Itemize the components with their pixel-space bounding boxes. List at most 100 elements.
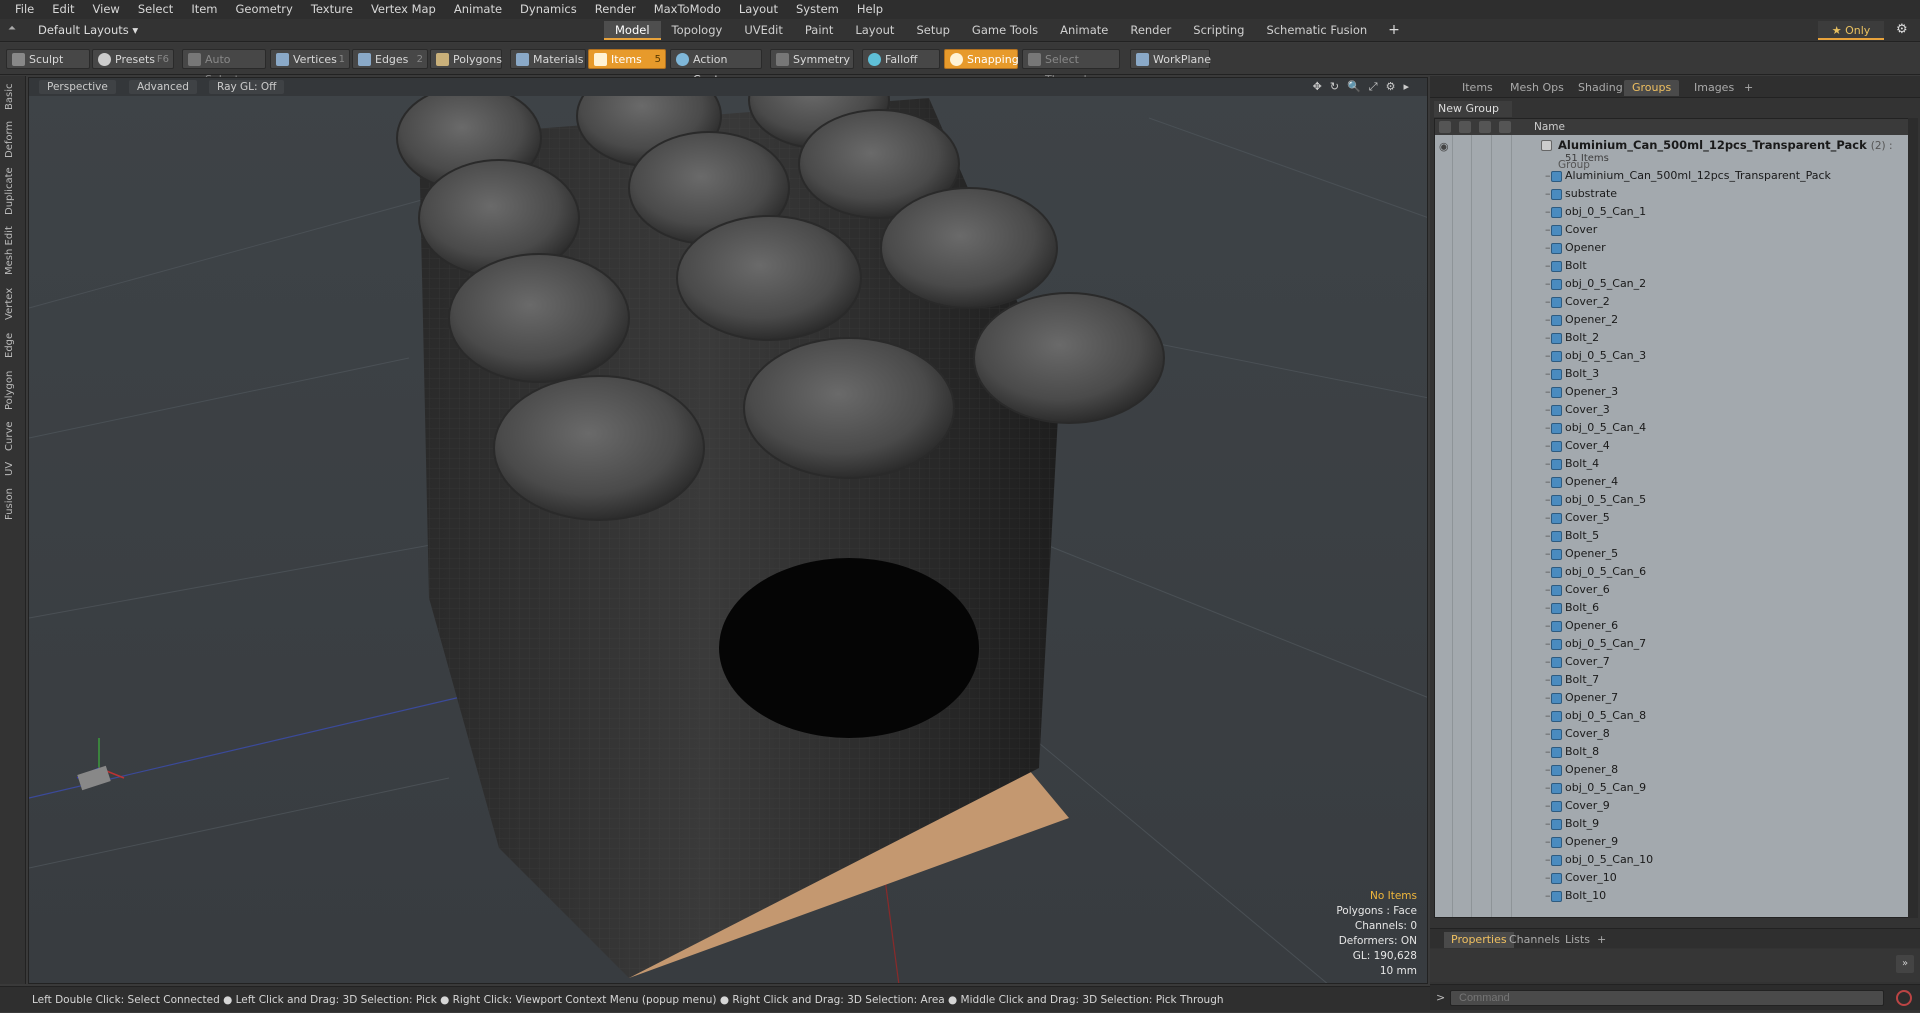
zoom-icon[interactable]: 🔍 [1347, 80, 1361, 94]
tree-item-row[interactable]: – Opener [1435, 239, 1909, 257]
scene-canvas[interactable] [29, 78, 1428, 984]
tree-item-row[interactable]: – Bolt [1435, 257, 1909, 275]
tab-animate[interactable]: Animate [1049, 21, 1119, 40]
tab-model[interactable]: Model [604, 21, 661, 40]
auto-select-button[interactable]: Auto Select [182, 49, 266, 86]
group-row[interactable]: ◉ Aluminium_Can_500ml_12pcs_Transparent_… [1435, 136, 1909, 171]
select-col-icon[interactable] [1499, 121, 1511, 133]
menu-texture[interactable]: Texture [302, 0, 362, 19]
menu-edit[interactable]: Edit [43, 0, 83, 19]
tree-item-row[interactable]: – Cover_3 [1435, 401, 1909, 419]
menu-vertex-map[interactable]: Vertex Map [362, 0, 445, 19]
tree-item-row[interactable]: – Cover_9 [1435, 797, 1909, 815]
tree-item-row[interactable]: – Cover_7 [1435, 653, 1909, 671]
3d-viewport[interactable]: Perspective Advanced Ray GL: Off ✥ ↻ 🔍 ⤢… [28, 77, 1428, 984]
tree-item-row[interactable]: – obj_0_5_Can_10 [1435, 851, 1909, 869]
left-tab-mesh-edit[interactable]: Mesh Edit [4, 224, 22, 278]
eye-icon[interactable]: ◉ [1439, 138, 1449, 156]
left-tab-basic[interactable]: Basic [4, 82, 22, 112]
menu-geometry[interactable]: Geometry [227, 0, 302, 19]
tree-item-row[interactable]: – Opener_2 [1435, 311, 1909, 329]
symmetry-button[interactable]: Symmetry [770, 49, 854, 69]
tab-game-tools[interactable]: Game Tools [961, 21, 1049, 40]
tab-shading[interactable]: Shading [1570, 80, 1631, 96]
tree-item-row[interactable]: – Bolt_5 [1435, 527, 1909, 545]
tree-item-row[interactable]: – substrate [1435, 185, 1909, 203]
new-group-button[interactable]: New Group [1434, 101, 1512, 117]
tab-setup[interactable]: Setup [905, 21, 960, 40]
tree-item-row[interactable]: – obj_0_5_Can_6 [1435, 563, 1909, 581]
menu-dynamics[interactable]: Dynamics [511, 0, 586, 19]
tab-scripting[interactable]: Scripting [1182, 21, 1255, 40]
snapping-button[interactable]: Snapping [944, 49, 1019, 69]
tree-item-row[interactable]: – obj_0_5_Can_8 [1435, 707, 1909, 725]
tab-paint[interactable]: Paint [794, 21, 844, 40]
tree-item-row[interactable]: – obj_0_5_Can_9 [1435, 779, 1909, 797]
items-button[interactable]: Items 5 [588, 49, 666, 69]
tree-item-row[interactable]: – obj_0_5_Can_1 [1435, 203, 1909, 221]
tree-item-row[interactable]: – Bolt_9 [1435, 815, 1909, 833]
tree-item-row[interactable]: – Opener_8 [1435, 761, 1909, 779]
tree-item-row[interactable]: – Opener_7 [1435, 689, 1909, 707]
tab-render[interactable]: Render [1119, 21, 1182, 40]
only-toggle[interactable]: ★ Only [1818, 21, 1884, 40]
tree-item-row[interactable]: – obj_0_5_Can_2 [1435, 275, 1909, 293]
tree-item-row[interactable]: – Cover_8 [1435, 725, 1909, 743]
tree-item-row[interactable]: – obj_0_5_Can_5 [1435, 491, 1909, 509]
visibility-col-icon[interactable] [1439, 121, 1451, 133]
menu-select[interactable]: Select [129, 0, 182, 19]
tree-item-row[interactable]: – Bolt_2 [1435, 329, 1909, 347]
menu-help[interactable]: Help [848, 0, 892, 19]
gear-icon[interactable]: ⚙ [1896, 22, 1908, 37]
left-tab-edge[interactable]: Edge [4, 330, 22, 360]
tree-item-row[interactable]: – Cover_6 [1435, 581, 1909, 599]
tree-item-row[interactable]: – Cover_10 [1435, 869, 1909, 887]
view-mode-dropdown[interactable]: Perspective [39, 80, 116, 94]
tree-item-row[interactable]: – obj_0_5_Can_3 [1435, 347, 1909, 365]
fit-icon[interactable]: ⤢ [1369, 80, 1378, 94]
viewport-settings-icon[interactable]: ⚙ [1386, 80, 1396, 94]
name-column-header[interactable]: Name [1534, 121, 1565, 133]
raygl-toggle[interactable]: Ray GL: Off [209, 80, 285, 94]
menu-file[interactable]: File [6, 0, 43, 19]
shading-dropdown[interactable]: Advanced [129, 80, 197, 94]
tree-item-row[interactable]: – Cover_5 [1435, 509, 1909, 527]
add-tab-button[interactable]: + [1378, 21, 1410, 40]
menu-maxtomodo[interactable]: MaxToModo [645, 0, 730, 19]
left-tab-vertex[interactable]: Vertex [4, 286, 22, 322]
tab-topology[interactable]: Topology [661, 21, 734, 40]
left-tab-curve[interactable]: Curve [4, 420, 22, 452]
left-tab-fusion[interactable]: Fusion [4, 486, 22, 522]
rotate-icon[interactable]: ↻ [1330, 80, 1339, 94]
edges-button[interactable]: Edges 2 [352, 49, 428, 69]
tab-mesh-ops[interactable]: Mesh Ops [1502, 80, 1572, 96]
pin-icon[interactable]: ⏶ [8, 23, 20, 37]
presets-button[interactable]: Presets F6 [92, 49, 174, 69]
menu-layout[interactable]: Layout [730, 0, 787, 19]
render-col-icon[interactable] [1459, 121, 1471, 133]
command-input[interactable] [1450, 990, 1884, 1006]
menu-animate[interactable]: Animate [445, 0, 511, 19]
default-layouts-dropdown[interactable]: Default Layouts ▾ [38, 23, 138, 37]
tree-item-row[interactable]: – Bolt_7 [1435, 671, 1909, 689]
materials-button[interactable]: Materials [510, 49, 586, 69]
left-tab-uv[interactable]: UV [4, 460, 22, 478]
tree-item-row[interactable]: – Bolt_10 [1435, 887, 1909, 905]
menu-render[interactable]: Render [586, 0, 645, 19]
tree-item-row[interactable]: – Opener_3 [1435, 383, 1909, 401]
menu-item[interactable]: Item [182, 0, 226, 19]
tree-item-row[interactable]: – Opener_4 [1435, 473, 1909, 491]
tree-item-row[interactable]: – Bolt_4 [1435, 455, 1909, 473]
tree-scrollbar[interactable] [1908, 118, 1918, 918]
polygons-button[interactable]: Polygons [430, 49, 502, 69]
menu-system[interactable]: System [787, 0, 848, 19]
falloff-button[interactable]: Falloff [862, 49, 940, 69]
tree-item-row[interactable]: – Cover_4 [1435, 437, 1909, 455]
tab-images[interactable]: Images [1686, 80, 1742, 96]
tree-item-row[interactable]: – Opener_6 [1435, 617, 1909, 635]
left-tab-duplicate[interactable]: Duplicate [4, 166, 22, 216]
menu-view[interactable]: View [84, 0, 129, 19]
pan-icon[interactable]: ✥ [1313, 80, 1322, 94]
tree-item-row[interactable]: – Bolt_6 [1435, 599, 1909, 617]
lock-col-icon[interactable] [1479, 121, 1491, 133]
